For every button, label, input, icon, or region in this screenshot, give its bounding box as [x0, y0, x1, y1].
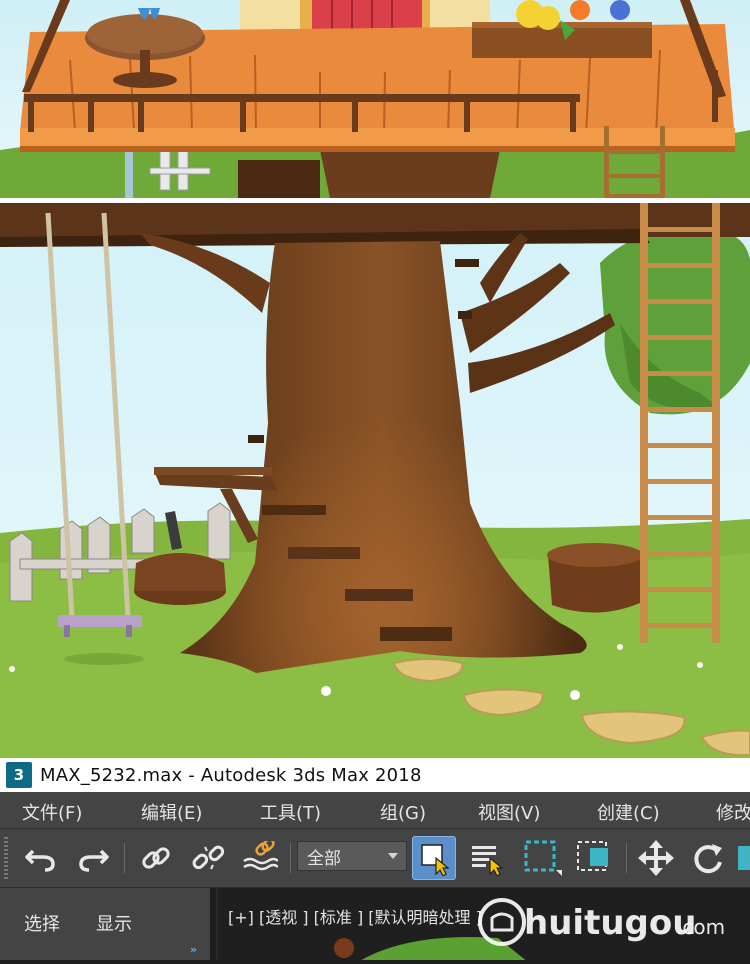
- render-tree-and-swing: [0, 203, 750, 758]
- toolbar-separator: [626, 843, 627, 873]
- link-icon: [142, 847, 170, 869]
- menu-modifiers[interactable]: 修改: [716, 799, 750, 825]
- treehouse-deck-image: [0, 0, 750, 198]
- redo-button[interactable]: [72, 836, 116, 880]
- rectangular-selection-region-icon: [524, 840, 562, 876]
- rectangular-selection-region-button[interactable]: [520, 836, 564, 880]
- select-by-name-icon: [472, 846, 504, 876]
- select-object-icon: [421, 844, 450, 876]
- select-by-name-button[interactable]: [466, 836, 510, 880]
- redo-icon: [79, 849, 109, 872]
- select-and-scale-button[interactable]: [736, 836, 750, 880]
- select-and-move-button[interactable]: [634, 836, 678, 880]
- viewport-label[interactable]: [+] [透视 ] [标准 ] [默认明暗处理 ]: [228, 904, 482, 928]
- toolbar-grip[interactable]: [4, 837, 8, 879]
- menu-edit[interactable]: 编辑(E): [141, 799, 202, 825]
- scene-explorer-panel: 选择 显示 »: [0, 888, 210, 960]
- menu-create[interactable]: 创建(C): [597, 799, 660, 825]
- undo-icon: [25, 849, 55, 872]
- scale-icon: [738, 846, 750, 870]
- bind-to-space-warp-button[interactable]: [238, 836, 282, 880]
- undo-button[interactable]: [18, 836, 62, 880]
- bind-space-warp-icon: [243, 841, 278, 871]
- select-and-rotate-button[interactable]: [686, 836, 730, 880]
- select-object-button[interactable]: [412, 836, 456, 880]
- move-icon: [638, 840, 674, 876]
- tree-swing-scene-image: [0, 203, 750, 758]
- window-title: MAX_5232.max - Autodesk 3ds Max 2018: [40, 764, 422, 786]
- menu-views[interactable]: 视图(V): [478, 799, 540, 825]
- select-and-link-button[interactable]: [134, 836, 178, 880]
- menu-bar: 文件(F) 编辑(E) 工具(T) 组(G) 视图(V) 创建(C) 修改: [0, 792, 750, 829]
- tab-display[interactable]: 显示: [96, 910, 132, 936]
- tab-select[interactable]: 选择: [24, 910, 60, 936]
- rotate-icon: [694, 844, 722, 874]
- toolbar-separator: [124, 843, 125, 873]
- 3ds-max-logo-icon: 3: [6, 762, 32, 788]
- chevron-down-icon: [388, 853, 398, 859]
- window-crossing-icon: [577, 841, 608, 871]
- window-title-bar: 3 MAX_5232.max - Autodesk 3ds Max 2018: [0, 758, 750, 792]
- render-closeup-deck: [0, 0, 750, 198]
- expand-arrow-icon[interactable]: »: [190, 943, 197, 956]
- selection-filter-dropdown[interactable]: 全部: [297, 841, 407, 871]
- toolbar-separator: [290, 843, 291, 873]
- menu-tools[interactable]: 工具(T): [260, 799, 321, 825]
- menu-group[interactable]: 组(G): [380, 799, 426, 825]
- selection-filter-value: 全部: [307, 848, 341, 869]
- perspective-viewport[interactable]: [+] [透视 ] [标准 ] [默认明暗处理 ]: [216, 888, 750, 960]
- window-crossing-button[interactable]: [572, 836, 616, 880]
- unlink-selection-button[interactable]: [186, 836, 230, 880]
- main-toolbar: 全部: [0, 829, 750, 888]
- unlink-icon: [192, 845, 225, 870]
- menu-file[interactable]: 文件(F): [22, 799, 82, 825]
- viewport-scene-preview: [334, 937, 526, 960]
